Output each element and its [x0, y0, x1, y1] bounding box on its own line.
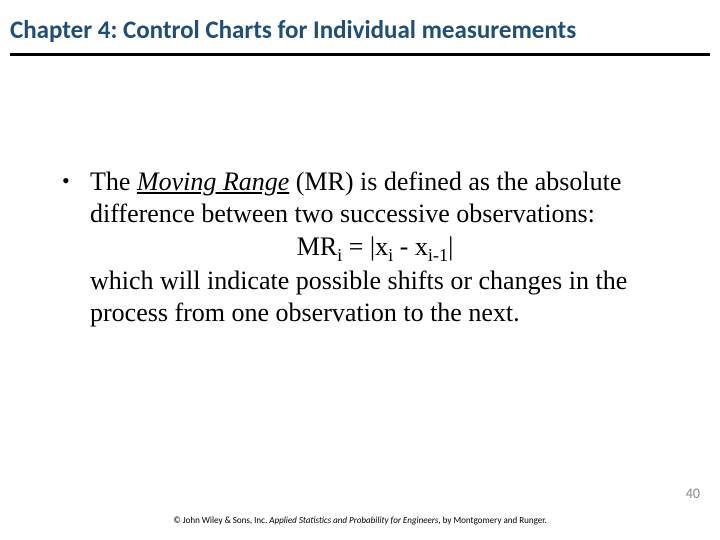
formula-close: |: [448, 232, 453, 261]
formula: MRi = |xi - xi-1|: [90, 231, 660, 263]
footer: © John Wiley & Sons, Inc. Applied Statis…: [0, 515, 720, 526]
bullet-text: The Moving Range (MR) is defined as the …: [90, 166, 660, 329]
content-area: • The Moving Range (MR) is defined as th…: [0, 56, 720, 329]
bullet-item: • The Moving Range (MR) is defined as th…: [60, 166, 660, 329]
bullet-marker: •: [60, 166, 90, 196]
moving-range-term: Moving Range: [137, 167, 289, 196]
footer-authors: , by Montgomery and Runger.: [438, 515, 546, 526]
formula-sub-im1: i-1: [428, 246, 448, 266]
formula-minus: - x: [393, 232, 428, 261]
slide-title: Chapter 4: Control Charts for Individual…: [0, 0, 720, 53]
page-number: 40: [686, 485, 700, 502]
bullet-tail: which will indicate possible shifts or c…: [90, 266, 627, 327]
footer-copyright: © John Wiley & Sons, Inc.: [173, 515, 269, 526]
formula-eq: = |x: [342, 232, 388, 261]
footer-book-title: Applied Statistics and Probability for E…: [269, 515, 438, 526]
bullet-lead: The: [90, 167, 137, 196]
formula-mr: MR: [297, 232, 337, 261]
